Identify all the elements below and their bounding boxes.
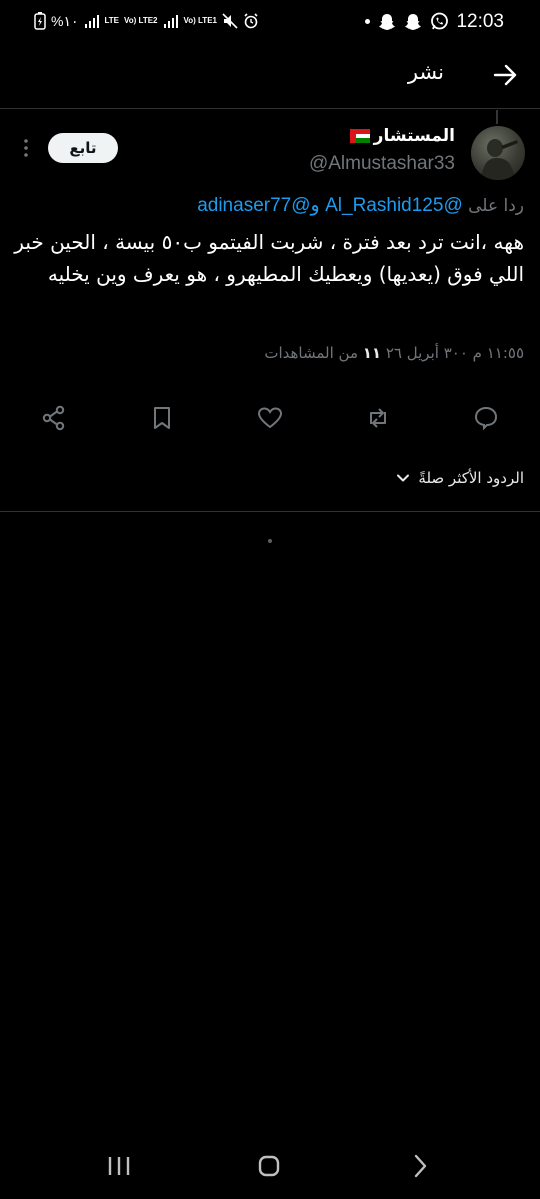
display-name-text: المستشار xyxy=(373,126,455,146)
like-icon[interactable] xyxy=(256,404,284,432)
mute-icon xyxy=(222,13,238,29)
top-bar: نشر xyxy=(0,48,540,104)
chevron-down-icon xyxy=(397,474,410,482)
dot-icon xyxy=(365,19,370,24)
signal2-icon xyxy=(163,15,178,28)
avatar-image xyxy=(481,139,518,180)
volte-lte1-icon: Vo) LTE1 xyxy=(183,16,217,25)
share-icon[interactable] xyxy=(40,404,68,432)
views-count: ١١ xyxy=(362,344,382,362)
replying-to: ردا على @Al_Rashid125 و@adinaser77 xyxy=(197,194,524,217)
lte-icon: LTE xyxy=(104,16,120,25)
user-handle[interactable]: @Almustashar33 xyxy=(309,153,455,175)
system-nav-bar xyxy=(0,1135,540,1199)
replies-divider xyxy=(0,511,540,512)
display-name[interactable]: المستشار xyxy=(349,126,455,146)
header-divider xyxy=(0,108,540,109)
battery-icon xyxy=(34,12,46,30)
bookmark-icon[interactable] xyxy=(148,404,176,432)
back-nav-icon[interactable] xyxy=(405,1151,435,1181)
back-arrow-icon[interactable] xyxy=(490,60,520,90)
retweet-icon[interactable] xyxy=(364,404,392,432)
page-title: نشر xyxy=(407,60,444,84)
views-label: من المشاهدات xyxy=(264,344,358,362)
loading-indicator xyxy=(268,539,272,543)
replies-sort-dropdown[interactable]: الردود الأكثر صلةً xyxy=(396,469,524,487)
alarm-icon xyxy=(244,13,258,29)
tweet-actions xyxy=(0,400,540,436)
volte-lte2-icon: Vo) LTE2 xyxy=(124,16,158,25)
tweet-meta: ١١:٥٥ م ٣٠٠ أبريل ٢٦ ١١ من المشاهدات xyxy=(264,344,524,362)
snapchat-icon xyxy=(379,13,395,30)
thread-line xyxy=(496,110,498,124)
reply-and: و xyxy=(310,195,320,216)
signal-icon xyxy=(84,15,99,28)
reply-icon[interactable] xyxy=(472,404,500,432)
snapchat-icon xyxy=(405,13,421,30)
reply-prefix: ردا على xyxy=(468,196,524,216)
battery-percent: %١٠ xyxy=(51,12,79,29)
status-icons-left: %١٠ LTE Vo) LTE2 Vo) LTE1 xyxy=(34,12,259,30)
clock: 12:03 xyxy=(456,11,504,32)
oman-flag-icon xyxy=(349,129,370,143)
home-icon[interactable] xyxy=(254,1151,284,1181)
reply-mention-2[interactable]: @adinaser77 xyxy=(197,195,310,216)
reply-mention-1[interactable]: @Al_Rashid125 xyxy=(325,195,463,216)
recent-apps-icon[interactable] xyxy=(104,1151,134,1181)
whatsapp-icon xyxy=(431,12,448,30)
avatar[interactable] xyxy=(471,126,525,180)
tweet-date[interactable]: ٣٠٠ أبريل ٢٦ xyxy=(386,344,468,362)
status-bar: %١٠ LTE Vo) LTE2 Vo) LTE1 12:03 xyxy=(0,0,540,44)
status-icons-right xyxy=(365,12,449,31)
tweet-time: ١١:٥٥ م xyxy=(472,344,524,362)
tweet-text: ههه ،انت ترد بعد فترة ، شربت الفيتمو ب٥٠… xyxy=(14,230,524,286)
more-options-icon[interactable] xyxy=(22,138,30,158)
follow-button[interactable]: تابع xyxy=(48,133,118,163)
replies-sort-label: الردود الأكثر صلةً xyxy=(418,469,524,487)
